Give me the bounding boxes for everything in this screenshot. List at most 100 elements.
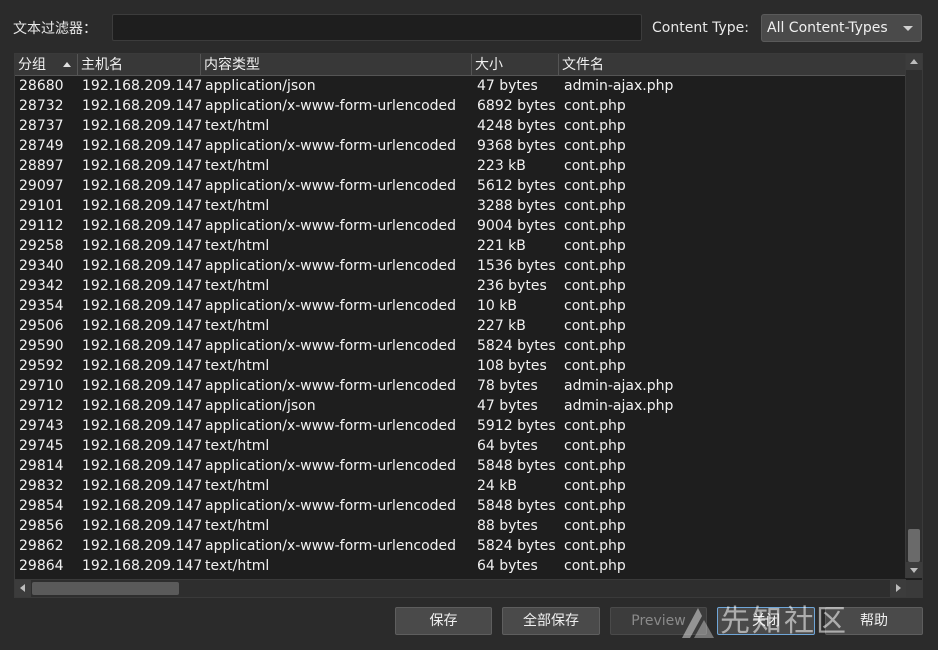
table-row[interactable]: 29864 192.168.209.147 text/html 64 bytes con… [15, 556, 906, 576]
horizontal-scroll-thumb[interactable] [32, 582, 179, 595]
save-all-button[interactable]: 全部保存 [502, 607, 600, 635]
cell-hostname: 192.168.209.147 [82, 438, 203, 454]
cell-size: 3288 bytes [477, 198, 556, 214]
cell-filename: cont.php [564, 338, 626, 354]
table-row[interactable]: 28680 192.168.209.147 application/json 47 b… [15, 76, 906, 96]
cell-content-type: application/x-www-form-urlencoded [205, 218, 457, 234]
export-objects-table[interactable]: 分组 主机名 内容类型 大小 文件名 28680 192.168.209.147 a… [14, 53, 923, 598]
cell-packet: 29743 [19, 418, 64, 434]
table-row[interactable]: 28737 192.168.209.147 text/html 4248 bytes c… [15, 116, 906, 136]
cell-size: 223 kB [477, 158, 526, 174]
table-row[interactable]: 28749 192.168.209.147 application/x-www-fo… [15, 136, 906, 156]
table-row[interactable]: 29112 192.168.209.147 application/x-www-fo… [15, 216, 906, 236]
cell-filename: admin-ajax.php [564, 398, 674, 414]
column-header-size[interactable]: 大小 [472, 54, 559, 76]
table-row[interactable]: 29101 192.168.209.147 text/html 3288 bytes c… [15, 196, 906, 216]
cell-content-type: application/x-www-form-urlencoded [205, 498, 457, 514]
preview-button[interactable]: Preview [610, 607, 707, 635]
content-type-select[interactable]: All Content-Types [761, 14, 922, 42]
cell-packet: 29710 [19, 378, 64, 394]
table-row[interactable]: 29258 192.168.209.147 text/html 221 kB cont.… [15, 236, 906, 256]
cell-size: 24 kB [477, 478, 517, 494]
cell-hostname: 192.168.209.147 [82, 218, 203, 234]
table-row[interactable]: 29592 192.168.209.147 text/html 108 bytes co… [15, 356, 906, 376]
table-row[interactable]: 29097 192.168.209.147 application/x-www-fo… [15, 176, 906, 196]
cell-hostname: 192.168.209.147 [82, 278, 203, 294]
cell-content-type: text/html [205, 118, 270, 134]
table-row[interactable]: 29712 192.168.209.147 application/json 47 b… [15, 396, 906, 416]
scrollbar-corner [906, 580, 922, 597]
scroll-right-button[interactable] [890, 580, 906, 597]
horizontal-scrollbar[interactable] [15, 579, 906, 597]
column-header-label: 内容类型 [204, 57, 260, 73]
column-header-hostname[interactable]: 主机名 [78, 54, 201, 76]
text-filter-input[interactable] [112, 14, 642, 41]
table-row[interactable]: 29743 192.168.209.147 application/x-www-fo… [15, 416, 906, 436]
cell-content-type: application/x-www-form-urlencoded [205, 138, 457, 154]
arrow-right-icon [896, 584, 901, 592]
cell-filename: cont.php [564, 498, 626, 514]
cell-hostname: 192.168.209.147 [82, 138, 203, 154]
table-row[interactable]: 29342 192.168.209.147 text/html 236 bytes co… [15, 276, 906, 296]
table-body: 28680 192.168.209.147 application/json 47 b… [15, 76, 906, 578]
cell-size: 6892 bytes [477, 98, 556, 114]
cell-hostname: 192.168.209.147 [82, 538, 203, 554]
cell-filename: cont.php [564, 158, 626, 174]
cell-content-type: text/html [205, 438, 270, 454]
vertical-scroll-thumb[interactable] [908, 529, 920, 562]
cell-content-type: text/html [205, 278, 270, 294]
cell-filename: cont.php [564, 238, 626, 254]
cell-content-type: text/html [205, 558, 270, 574]
cell-hostname: 192.168.209.147 [82, 498, 203, 514]
cell-hostname: 192.168.209.147 [82, 158, 203, 174]
table-row[interactable]: 29832 192.168.209.147 text/html 24 kB cont.p… [15, 476, 906, 496]
cell-size: 227 kB [477, 318, 526, 334]
cell-packet: 29258 [19, 238, 64, 254]
column-header-packet[interactable]: 分组 [15, 54, 78, 76]
save-button[interactable]: 保存 [395, 607, 492, 635]
cell-filename: cont.php [564, 318, 626, 334]
column-header-content-type[interactable]: 内容类型 [201, 54, 472, 76]
cell-content-type: text/html [205, 198, 270, 214]
cell-filename: cont.php [564, 478, 626, 494]
column-header-filename[interactable]: 文件名 [559, 54, 906, 76]
text-filter-label: 文本过滤器： [13, 21, 97, 37]
table-row[interactable]: 29506 192.168.209.147 text/html 227 kB cont.… [15, 316, 906, 336]
table-row[interactable]: 29862 192.168.209.147 application/x-www-fo… [15, 536, 906, 556]
column-header-label: 大小 [475, 57, 503, 73]
cell-filename: cont.php [564, 138, 626, 154]
close-button[interactable]: 关闭 [717, 607, 815, 635]
table-row[interactable]: 29854 192.168.209.147 application/x-www-fo… [15, 496, 906, 516]
cell-packet: 29340 [19, 258, 64, 274]
table-row[interactable]: 29590 192.168.209.147 application/x-www-fo… [15, 336, 906, 356]
table-row[interactable]: 29710 192.168.209.147 application/x-www-fo… [15, 376, 906, 396]
cell-size: 88 bytes [477, 518, 538, 534]
cell-size: 9004 bytes [477, 218, 556, 234]
vertical-scrollbar[interactable] [905, 54, 922, 578]
help-button[interactable]: 帮助 [825, 607, 923, 635]
cell-content-type: text/html [205, 478, 270, 494]
table-row[interactable]: 28897 192.168.209.147 text/html 223 kB cont.… [15, 156, 906, 176]
scroll-left-button[interactable] [15, 580, 31, 597]
cell-packet: 28732 [19, 98, 64, 114]
cell-hostname: 192.168.209.147 [82, 238, 203, 254]
table-row[interactable]: 28732 192.168.209.147 application/x-www-fo… [15, 96, 906, 116]
cell-hostname: 192.168.209.147 [82, 518, 203, 534]
table-row[interactable]: 29856 192.168.209.147 text/html 88 bytes con… [15, 516, 906, 536]
scroll-down-button[interactable] [906, 562, 922, 578]
table-row[interactable]: 29745 192.168.209.147 text/html 64 bytes con… [15, 436, 906, 456]
cell-content-type: application/x-www-form-urlencoded [205, 458, 457, 474]
cell-content-type: text/html [205, 318, 270, 334]
cell-content-type: application/json [205, 398, 316, 414]
cell-size: 1536 bytes [477, 258, 556, 274]
table-row[interactable]: 29340 192.168.209.147 application/x-www-fo… [15, 256, 906, 276]
table-row[interactable]: 29814 192.168.209.147 application/x-www-fo… [15, 456, 906, 476]
column-header-label: 主机名 [81, 57, 123, 73]
cell-filename: cont.php [564, 558, 626, 574]
cell-size: 64 bytes [477, 558, 538, 574]
table-row[interactable]: 29354 192.168.209.147 application/x-www-fo… [15, 296, 906, 316]
scroll-up-button[interactable] [906, 54, 922, 70]
cell-filename: cont.php [564, 518, 626, 534]
cell-packet: 29814 [19, 458, 64, 474]
cell-hostname: 192.168.209.147 [82, 118, 203, 134]
